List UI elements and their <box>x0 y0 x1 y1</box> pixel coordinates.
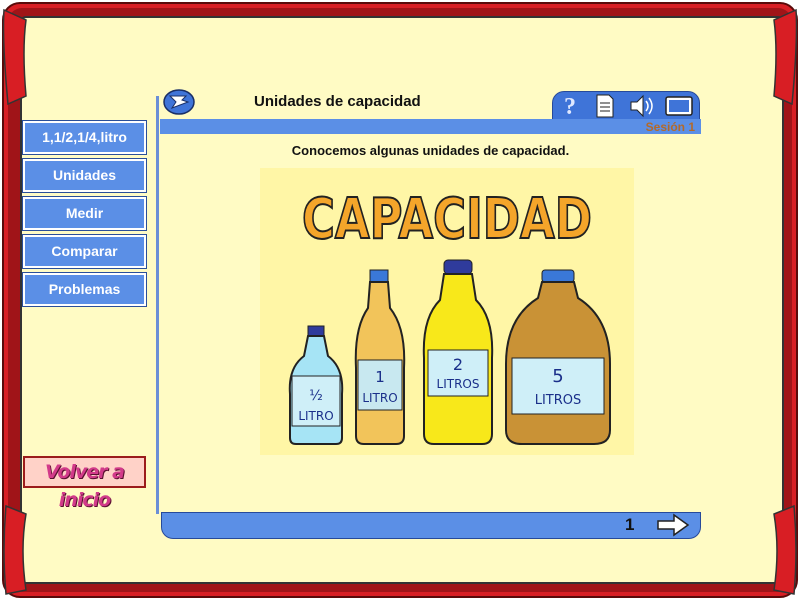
nav-item-problemas[interactable]: Problemas <box>22 272 147 307</box>
illustration-panel: CAPACIDAD ½ LITRO 1 LITRO 2 LITROS 5 LIT… <box>260 168 634 455</box>
bottle-one-liter: 1 LITRO <box>354 269 406 445</box>
intro-text: Conocemos algunas unidades de capacidad. <box>291 143 570 158</box>
nav-item-fractions[interactable]: 1,1/2,1/4,litro <box>22 120 147 155</box>
logo-icon <box>163 89 195 115</box>
bottle-one-bottom: LITRO <box>362 391 397 405</box>
header-strip <box>160 119 701 134</box>
bottles-illustration: CAPACIDAD ½ LITRO 1 LITRO 2 LITROS 5 LIT… <box>288 186 611 445</box>
bottle-five-liters: 5 LITROS <box>505 269 611 445</box>
next-arrow-icon[interactable] <box>656 513 690 537</box>
nav-item-unidades[interactable]: Unidades <box>22 158 147 193</box>
window-title: Unidades de capacidad <box>254 93 421 110</box>
footer-bar <box>161 512 701 539</box>
bottle-half-bottom: LITRO <box>298 409 333 423</box>
bottle-half-top: ½ <box>309 388 323 404</box>
nav-item-comparar[interactable]: Comparar <box>22 234 147 269</box>
bottle-half-liter: ½ LITRO <box>288 325 344 445</box>
top-left-curl <box>2 8 27 106</box>
bottle-five-bottom: LITROS <box>535 393 582 408</box>
help-icon[interactable]: ? <box>560 93 582 119</box>
nav-item-medir[interactable]: Medir <box>22 196 147 231</box>
bottom-right-curl <box>773 504 797 595</box>
screen-icon[interactable] <box>664 93 694 119</box>
bottom-left-curl <box>3 504 27 595</box>
page-number: 1 <box>625 515 635 534</box>
top-right-curl <box>773 8 798 106</box>
speaker-icon[interactable] <box>629 93 657 119</box>
bottle-two-top: 2 <box>453 355 463 374</box>
bottle-one-top: 1 <box>375 368 385 386</box>
bottle-five-top: 5 <box>552 366 563 387</box>
illustration-heading: CAPACIDAD <box>302 187 592 252</box>
bottle-two-bottom: LITROS <box>437 377 480 391</box>
svg-text:?: ? <box>564 94 576 119</box>
window-left-border <box>156 96 159 514</box>
home-button[interactable]: Volver a inicio <box>23 456 146 511</box>
document-icon[interactable] <box>594 93 616 119</box>
session-label: Sesión 1 <box>645 120 695 134</box>
bottle-two-liters: 2 LITROS <box>422 259 494 445</box>
